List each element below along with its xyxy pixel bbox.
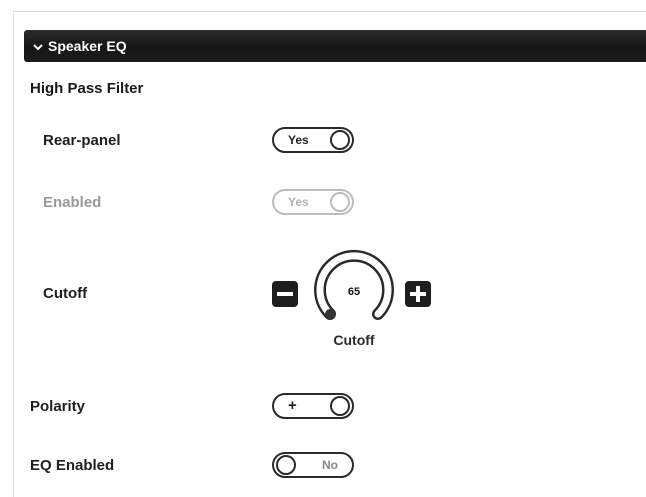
plus-icon bbox=[416, 286, 420, 302]
cutoff-increment-button[interactable] bbox=[405, 281, 431, 307]
toggle-knob bbox=[330, 396, 350, 416]
polarity-toggle[interactable]: + bbox=[272, 393, 354, 419]
toggle-knob bbox=[330, 192, 350, 212]
panel-top-border bbox=[13, 11, 646, 12]
enabled-toggle-text: Yes bbox=[288, 195, 309, 209]
toggle-knob bbox=[330, 130, 350, 150]
cutoff-decrement-button[interactable] bbox=[272, 281, 298, 307]
speaker-eq-header[interactable]: Speaker EQ bbox=[24, 30, 646, 62]
rear-panel-toggle[interactable]: Yes bbox=[272, 127, 354, 153]
section-title: High Pass Filter bbox=[30, 80, 144, 97]
rear-panel-label: Rear-panel bbox=[43, 132, 121, 149]
cutoff-caption: Cutoff bbox=[333, 332, 375, 348]
minus-icon bbox=[277, 292, 293, 296]
polarity-toggle-text: + bbox=[288, 397, 297, 414]
eq-enabled-toggle-text: No bbox=[322, 458, 338, 472]
enabled-toggle: Yes bbox=[272, 189, 354, 215]
toggle-knob bbox=[276, 455, 296, 475]
cutoff-label: Cutoff bbox=[43, 285, 88, 302]
header-title: Speaker EQ bbox=[48, 38, 127, 54]
eq-enabled-toggle[interactable]: No bbox=[272, 452, 354, 478]
chevron-down-icon bbox=[32, 40, 44, 52]
polarity-label: Polarity bbox=[30, 398, 86, 415]
rear-panel-toggle-text: Yes bbox=[288, 133, 309, 147]
cutoff-value: 65 bbox=[347, 286, 361, 298]
eq-enabled-label: EQ Enabled bbox=[30, 457, 115, 474]
knob-indicator bbox=[325, 309, 335, 319]
enabled-label: Enabled bbox=[43, 194, 102, 211]
panel-left-border bbox=[13, 11, 14, 497]
